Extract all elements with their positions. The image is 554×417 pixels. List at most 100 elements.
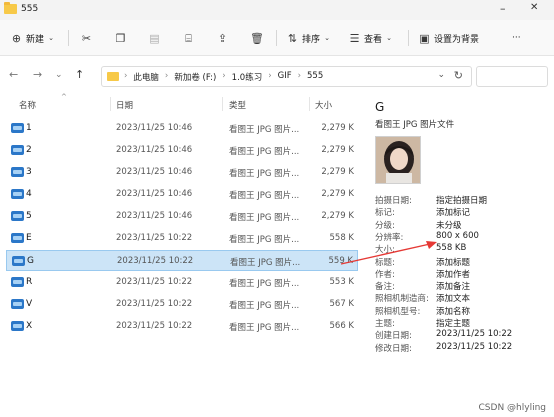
refresh-icon[interactable]: ↻ <box>454 69 463 82</box>
file-size: 566 K <box>329 321 355 331</box>
copy-button[interactable]: ❐ <box>114 29 127 47</box>
set-background-button[interactable]: ▣ 设置为背景 <box>418 29 479 47</box>
forward-icon[interactable]: → <box>33 68 42 81</box>
breadcrumb-item[interactable]: 新加卷 (F:) <box>174 71 216 83</box>
column-header-row: ^ 名称 日期 类型 大小 <box>0 93 360 114</box>
property-value: 未分级 <box>436 220 462 231</box>
back-icon[interactable]: ← <box>9 68 18 81</box>
delete-button[interactable]: 🗑 <box>250 29 264 47</box>
file-name: 1 <box>26 123 32 133</box>
file-size: 553 K <box>329 277 355 287</box>
image-file-icon <box>11 321 24 331</box>
file-type: 看图王 JPG 图片... <box>229 235 300 245</box>
view-label: 查看 <box>364 34 383 45</box>
table-row[interactable]: V 2023/11/25 10:22 看图王 JPG 图片... 567 K <box>6 294 358 315</box>
breadcrumb-item[interactable]: GIF <box>278 71 292 83</box>
file-date: 2023/11/25 10:22 <box>116 321 193 331</box>
breadcrumb[interactable]: › 此电脑 › 新加卷 (F:) › 1.0练习 › GIF › 555 ⌄ ↻ <box>101 66 472 87</box>
chevron-down-icon: ⌄ <box>386 33 392 42</box>
file-name: V <box>26 299 33 309</box>
property-value[interactable]: 添加标记 <box>436 206 470 218</box>
file-type: 看图王 JPG 图片... <box>229 147 300 157</box>
file-name: R <box>26 277 33 287</box>
file-size: 2,279 K <box>321 211 354 221</box>
property-label: 修改日期: <box>375 343 412 354</box>
image-file-icon <box>11 189 24 199</box>
property-value: 2023/11/25 10:22 <box>436 329 513 340</box>
scissors-icon: ✂ <box>81 31 92 45</box>
table-row[interactable]: 3 2023/11/25 10:46 看图王 JPG 图片... 2,279 K <box>6 162 358 183</box>
property-value[interactable]: 添加作者 <box>436 268 470 280</box>
folder-icon <box>107 72 119 81</box>
breadcrumb-item[interactable]: 此电脑 <box>133 71 159 83</box>
column-divider[interactable] <box>110 97 111 111</box>
window-title: 555 <box>21 4 39 14</box>
column-divider[interactable] <box>309 97 310 111</box>
file-name: G <box>27 256 34 266</box>
set-background-label: 设置为背景 <box>434 34 480 45</box>
divider <box>408 30 409 46</box>
paste-button[interactable]: ▤ <box>148 29 161 47</box>
command-bar: ⊕ 新建 ⌄ ✂ ❐ ▤ ⌸ ⇪ 🗑 ⇅ 排序 ⌄ ☰ 查看 ⌄ ▣ 设置为背景… <box>0 20 554 56</box>
column-type[interactable]: 类型 <box>229 99 246 111</box>
close-icon[interactable]: ✕ <box>530 2 538 13</box>
table-row[interactable]: 4 2023/11/25 10:46 看图王 JPG 图片... 2,279 K <box>6 184 358 205</box>
property-value[interactable]: 添加名称 <box>436 305 470 317</box>
file-date: 2023/11/25 10:22 <box>117 256 194 266</box>
image-file-icon <box>11 145 24 155</box>
chevron-down-icon: ⌄ <box>48 33 54 42</box>
new-label: 新建 <box>26 34 45 45</box>
view-icon: ☰ <box>349 31 360 45</box>
file-date: 2023/11/25 10:22 <box>116 233 193 243</box>
image-file-icon <box>11 277 24 287</box>
rename-button[interactable]: ⌸ <box>182 29 195 47</box>
property-value: 2023/11/25 10:22 <box>436 341 513 352</box>
property-label: 拍摄日期: <box>375 196 412 206</box>
chevron-right-icon: › <box>297 71 301 81</box>
table-row[interactable]: G 2023/11/25 10:22 看图王 JPG 图片... 559 K <box>6 250 358 271</box>
property-value[interactable]: 指定拍摄日期 <box>436 194 487 206</box>
file-name: E <box>26 233 32 243</box>
minimize-icon[interactable]: – <box>500 2 506 15</box>
property-value[interactable]: 添加备注 <box>436 280 470 292</box>
breadcrumb-item[interactable]: 1.0练习 <box>232 71 263 83</box>
chevron-right-icon: › <box>164 71 169 81</box>
file-size: 2,279 K <box>321 167 354 177</box>
table-row[interactable]: 1 2023/11/25 10:46 看图王 JPG 图片... 2,279 K <box>6 118 358 139</box>
property-label: 作者: <box>375 269 395 280</box>
view-button[interactable]: ☰ 查看 ⌄ <box>348 29 393 47</box>
up-icon[interactable]: ↑ <box>75 68 84 81</box>
table-row[interactable]: 5 2023/11/25 10:46 看图王 JPG 图片... 2,279 K <box>6 206 358 227</box>
property-label: 照相机制造商: <box>375 294 429 305</box>
file-date: 2023/11/25 10:46 <box>116 123 193 133</box>
table-row[interactable]: 2 2023/11/25 10:46 看图王 JPG 图片... 2,279 K <box>6 140 358 161</box>
sort-button[interactable]: ⇅ 排序 ⌄ <box>286 29 331 47</box>
table-row[interactable]: R 2023/11/25 10:22 看图王 JPG 图片... 553 K <box>6 272 358 293</box>
file-type: 看图王 JPG 图片... <box>229 301 300 311</box>
rename-icon: ⌸ <box>185 31 192 45</box>
property-value[interactable]: 添加文本 <box>436 292 470 304</box>
more-button[interactable]: ··· <box>512 29 521 47</box>
column-name[interactable]: 名称 <box>19 99 36 111</box>
property-value[interactable]: 指定主题 <box>436 317 470 329</box>
more-icon: ··· <box>512 33 521 43</box>
file-size: 567 K <box>329 299 355 309</box>
table-row[interactable]: E 2023/11/25 10:22 看图王 JPG 图片... 558 K <box>6 228 358 249</box>
new-button[interactable]: ⊕ 新建 ⌄ <box>10 29 55 47</box>
column-date[interactable]: 日期 <box>116 99 133 111</box>
chevron-down-icon[interactable]: ⌄ <box>55 70 63 80</box>
table-row[interactable]: X 2023/11/25 10:22 看图王 JPG 图片... 566 K <box>6 316 358 337</box>
image-preview <box>375 136 421 184</box>
property-label: 照相机型号: <box>375 306 421 317</box>
search-input[interactable] <box>476 66 548 87</box>
share-button[interactable]: ⇪ <box>216 29 229 47</box>
share-icon: ⇪ <box>217 31 228 45</box>
chevron-right-icon: › <box>268 71 272 81</box>
cut-button[interactable]: ✂ <box>80 29 93 47</box>
file-type: 看图王 JPG 图片... <box>229 323 300 333</box>
column-divider[interactable] <box>222 97 223 111</box>
column-size[interactable]: 大小 <box>315 99 332 111</box>
breadcrumb-item[interactable]: 555 <box>307 71 323 83</box>
file-date: 2023/11/25 10:46 <box>116 211 193 221</box>
chevron-down-icon[interactable]: ⌄ <box>437 70 445 80</box>
